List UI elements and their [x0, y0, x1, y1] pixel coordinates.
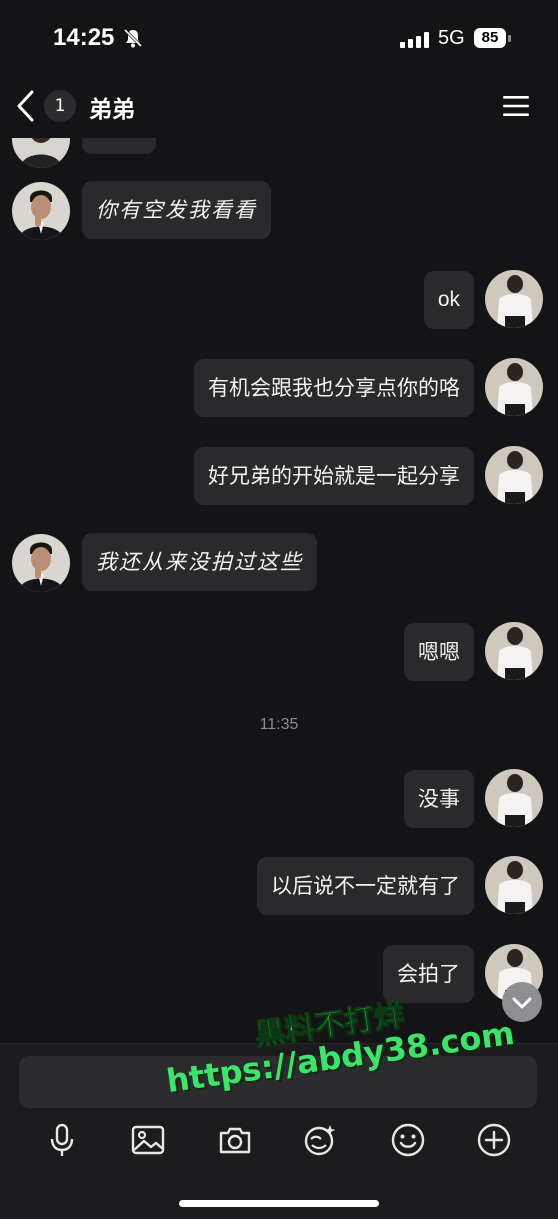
message-bubble[interactable]: ok — [423, 271, 474, 329]
battery-cap — [508, 35, 511, 42]
plus-icon[interactable] — [476, 1122, 512, 1158]
message-timestamp: 11:35 — [259, 716, 299, 733]
chat-title: 弟弟 — [89, 97, 135, 123]
my-avatar[interactable] — [485, 270, 543, 328]
status-time: 14:25 — [53, 24, 115, 51]
microphone-icon[interactable] — [44, 1122, 80, 1158]
contact-avatar[interactable] — [12, 138, 70, 168]
my-avatar[interactable] — [485, 856, 543, 914]
message-bubble[interactable]: 你有空发我看看 — [82, 181, 271, 239]
message-bubble[interactable]: 有机会跟我也分享点你的咯 — [194, 359, 474, 417]
message-bubble[interactable]: 嗯嗯 — [404, 623, 474, 681]
camera-icon[interactable] — [217, 1122, 253, 1158]
contact-avatar[interactable] — [12, 534, 70, 592]
sticker-icon[interactable] — [302, 1122, 338, 1158]
home-indicator[interactable] — [179, 1200, 379, 1207]
chat-header: 1 弟弟 — [0, 78, 558, 138]
back-chevron-icon[interactable] — [14, 88, 38, 124]
my-avatar[interactable] — [485, 446, 543, 504]
bell-mute-icon — [123, 28, 143, 48]
contact-avatar[interactable] — [12, 182, 70, 240]
message-bubble[interactable]: 没事 — [404, 770, 474, 828]
message-bubble[interactable]: 我还从来没拍过这些 — [82, 533, 317, 591]
my-avatar[interactable] — [485, 622, 543, 680]
menu-icon[interactable] — [503, 95, 529, 117]
status-bar: 14:25 5G 85 — [0, 0, 558, 78]
message-bubble[interactable]: 好兄弟的开始就是一起分享 — [194, 447, 474, 505]
signal-icon — [400, 32, 429, 48]
battery-indicator: 85 — [474, 28, 506, 48]
chat-area[interactable]: 你有空发我看看 ok 有机会跟我也分享点你的咯 好兄弟的开始就是一起分享 我还从… — [0, 138, 558, 1043]
my-avatar[interactable] — [485, 358, 543, 416]
unread-badge[interactable]: 1 — [44, 90, 76, 122]
image-icon[interactable] — [130, 1122, 166, 1158]
network-type: 5G — [438, 27, 465, 49]
my-avatar[interactable] — [485, 769, 543, 827]
message-bubble-partial — [82, 138, 156, 154]
emoji-icon[interactable] — [390, 1122, 426, 1158]
message-bubble[interactable]: 以后说不一定就有了 — [257, 857, 474, 915]
